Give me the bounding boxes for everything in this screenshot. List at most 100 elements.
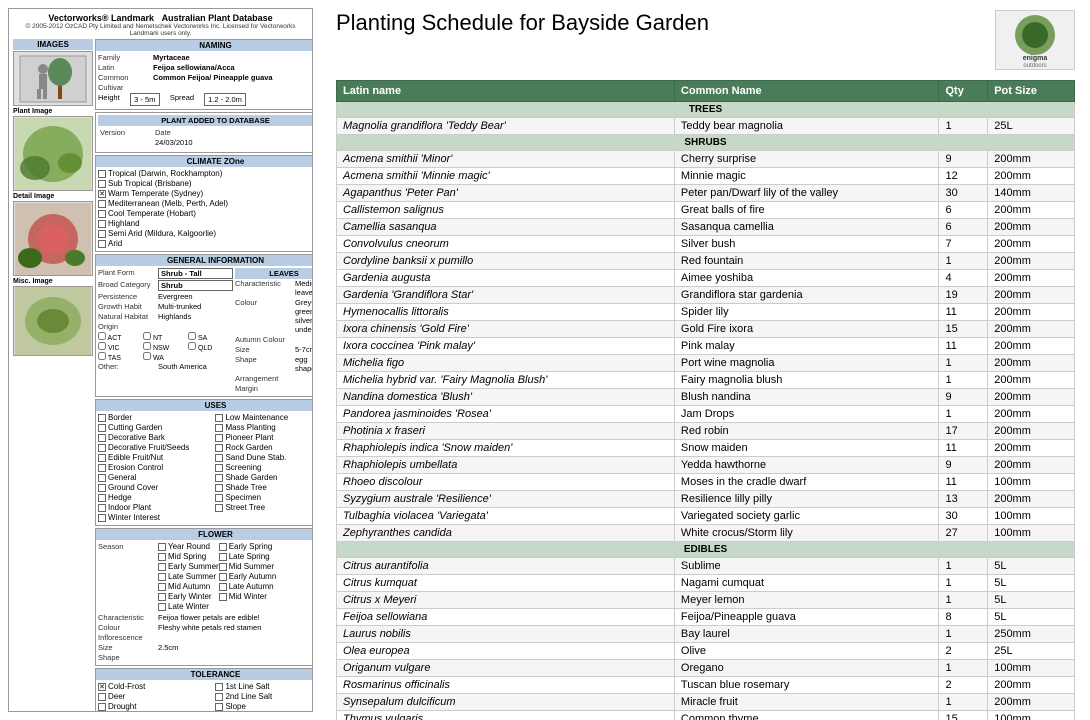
cell-qty: 11 xyxy=(939,338,988,355)
cell-latin: Convolvulus cneorum xyxy=(337,236,675,253)
flower-header: FLOWER xyxy=(96,529,313,540)
table-row: Rhaphiolepis umbellataYedda hawthorne920… xyxy=(337,457,1075,474)
cell-common: Olive xyxy=(674,643,939,660)
plant-image xyxy=(13,116,93,191)
use-item: Cutting Garden xyxy=(98,423,215,432)
naming-header: NAMING xyxy=(96,40,313,51)
flower-section: FLOWER Season Year RoundEarly SpringMid … xyxy=(95,528,313,666)
cell-qty: 19 xyxy=(939,287,988,304)
cell-qty: 7 xyxy=(939,236,988,253)
cell-pot: 200mm xyxy=(988,440,1075,457)
use-item: Low Maintenance xyxy=(215,413,313,422)
leaf-colour: Grey-green, silver underneath xyxy=(295,298,313,334)
table-row: Citrus x MeyeriMeyer lemon15L xyxy=(337,592,1075,609)
use-item: Screening xyxy=(215,463,313,472)
cell-latin: Acmena smithii 'Minor' xyxy=(337,151,675,168)
flower-size: 2.5cm xyxy=(158,643,178,652)
cell-latin: Agapanthus 'Peter Pan' xyxy=(337,185,675,202)
cell-qty: 1 xyxy=(939,355,988,372)
right-panel: Planting Schedule for Bayside Garden eni… xyxy=(321,0,1090,720)
cell-common: Jam Drops xyxy=(674,406,939,423)
flower-char: Feijoa flower petals are edible! xyxy=(158,613,260,622)
tolerance-item: 2nd Line Salt xyxy=(215,692,313,701)
cell-pot: 200mm xyxy=(988,355,1075,372)
leaf-char: Medium leaves xyxy=(295,279,313,297)
table-row: Rhaphiolepis indica 'Snow maiden'Snow ma… xyxy=(337,440,1075,457)
climate-zone-header: CLIMATE ZOne xyxy=(96,156,313,167)
cell-common: Tuscan blue rosemary xyxy=(674,677,939,694)
persistence-value: Evergreen xyxy=(158,292,193,301)
cell-pot: 200mm xyxy=(988,219,1075,236)
table-row: Citrus aurantifoliaSublime15L xyxy=(337,558,1075,575)
use-item: Hedge xyxy=(98,493,215,502)
tolerance-item: 1st Line Salt xyxy=(215,682,313,691)
cell-latin: Syzygium australe 'Resilience' xyxy=(337,491,675,508)
flower-season-item: Early Winter xyxy=(158,592,219,601)
cell-latin: Thymus vulgaris xyxy=(337,711,675,720)
use-item: Decorative Fruit/Seeds xyxy=(98,443,215,452)
cell-common: Variegated society garlic xyxy=(674,508,939,525)
broad-category-value[interactable]: Shrub xyxy=(158,280,233,291)
table-row: Thymus vulgarisCommon thyme15100mm xyxy=(337,711,1075,720)
tolerance-header: TOLERANCE xyxy=(96,669,313,680)
cell-common: Peter pan/Dwarf lily of the valley xyxy=(674,185,939,202)
general-info-header: GENERAL INFORMATION xyxy=(96,255,313,266)
cell-latin: Ixora coccinea 'Pink malay' xyxy=(337,338,675,355)
cell-pot: 200mm xyxy=(988,270,1075,287)
cell-latin: Origanum vulgare xyxy=(337,660,675,677)
table-row: Syzygium australe 'Resilience'Resilience… xyxy=(337,491,1075,508)
col-pot: Pot Size xyxy=(988,81,1075,102)
climate-item: Warm Temperate (Sydney) xyxy=(98,189,313,198)
natural-habitat-value: Highlands xyxy=(158,312,191,321)
flower-season-item: Late Spring xyxy=(219,552,280,561)
cell-common: Gold Fire ixora xyxy=(674,321,939,338)
cell-qty: 9 xyxy=(939,457,988,474)
use-item: General xyxy=(98,473,215,482)
climate-item: Arid xyxy=(98,239,313,248)
latin-value: Feijoa sellowiana/Acca xyxy=(153,63,235,72)
misc-image-label: Misc. Image xyxy=(13,278,93,285)
leaves-header: LEAVES xyxy=(235,268,313,279)
table-row: Michelia hybrid var. 'Fairy Magnolia Blu… xyxy=(337,372,1075,389)
use-item: Street Tree xyxy=(215,503,313,512)
growth-habit-value: Multi-trunked xyxy=(158,302,201,311)
flower-season-item: Late Autumn xyxy=(219,582,280,591)
cell-latin: Zephyranthes candida xyxy=(337,525,675,542)
cell-common: Red robin xyxy=(674,423,939,440)
cell-pot: 250mm xyxy=(988,626,1075,643)
cell-pot: 100mm xyxy=(988,508,1075,525)
cell-latin: Rhoeo discolour xyxy=(337,474,675,491)
cell-pot: 25L xyxy=(988,643,1075,660)
cell-qty: 4 xyxy=(939,270,988,287)
use-item: Sand Dune Stab. xyxy=(215,453,313,462)
table-row: Cordyline banksii x pumilloRed fountain1… xyxy=(337,253,1075,270)
date-value: 24/03/2010 xyxy=(155,138,193,147)
cell-latin: Michelia figo xyxy=(337,355,675,372)
cell-common: Spider lily xyxy=(674,304,939,321)
use-item: Specimen xyxy=(215,493,313,502)
table-row: Feijoa sellowianaFeijoa/Pineapple guava8… xyxy=(337,609,1075,626)
plant-form-value[interactable]: Shrub - Tall xyxy=(158,268,233,279)
cell-qty: 11 xyxy=(939,474,988,491)
cell-common: Yedda hawthorne xyxy=(674,457,939,474)
cell-latin: Rosmarinus officinalis xyxy=(337,677,675,694)
cell-qty: 30 xyxy=(939,508,988,525)
cell-qty: 9 xyxy=(939,151,988,168)
page-title: Planting Schedule for Bayside Garden xyxy=(336,10,709,36)
use-item: Rock Garden xyxy=(215,443,313,452)
cell-qty: 1 xyxy=(939,694,988,711)
leaf-size: 5-7cm long xyxy=(295,345,313,354)
cell-qty: 30 xyxy=(939,185,988,202)
cell-common: Great balls of fire xyxy=(674,202,939,219)
cell-latin: Citrus kumquat xyxy=(337,575,675,592)
cell-latin: Acmena smithii 'Minnie magic' xyxy=(337,168,675,185)
cell-pot: 200mm xyxy=(988,389,1075,406)
logo: enigma outdoors xyxy=(995,10,1075,70)
table-row: Nandina domestica 'Blush'Blush nandina92… xyxy=(337,389,1075,406)
cell-qty: 8 xyxy=(939,609,988,626)
cell-common: Minnie magic xyxy=(674,168,939,185)
use-item: Shade Tree xyxy=(215,483,313,492)
family-value: Myrtaceae xyxy=(153,53,190,62)
cell-pot: 200mm xyxy=(988,423,1075,440)
cell-latin: Photinia x fraseri xyxy=(337,423,675,440)
